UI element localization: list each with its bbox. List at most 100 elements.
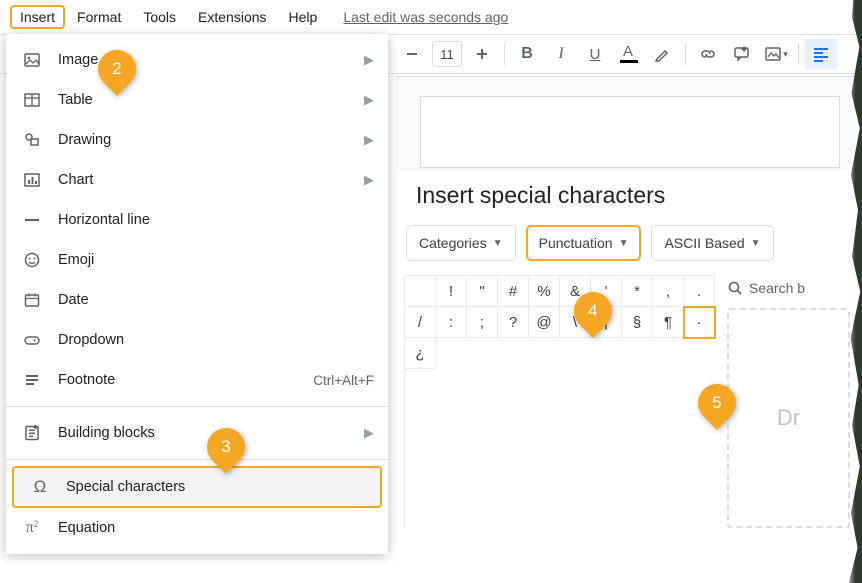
char-cell[interactable] <box>405 276 436 307</box>
filter-label: Categories <box>419 235 487 251</box>
char-cell[interactable]: ¿ <box>405 338 436 369</box>
submenu-arrow-icon: ▶ <box>364 425 374 441</box>
char-cell[interactable]: % <box>529 276 560 307</box>
image-icon <box>20 51 44 69</box>
menu-tools[interactable]: Tools <box>133 5 186 29</box>
menu-divider <box>6 459 388 460</box>
char-cell[interactable]: ; <box>467 307 498 338</box>
filter-ascii[interactable]: ASCII Based ▼ <box>651 225 773 261</box>
submenu-arrow-icon: ▶ <box>364 52 374 68</box>
menu-item-label: Drawing <box>58 132 364 148</box>
highlight-button[interactable] <box>647 39 679 69</box>
hr-icon <box>20 211 44 229</box>
search-placeholder: Search b <box>749 280 805 296</box>
menu-extensions[interactable]: Extensions <box>188 5 276 29</box>
draw-placeholder: Dr <box>777 405 800 431</box>
menu-item-label: Footnote <box>58 372 313 388</box>
char-cell[interactable]: ! <box>436 276 467 307</box>
menu-item-dropdown[interactable]: Dropdown <box>6 320 388 360</box>
chevron-down-icon: ▼ <box>751 238 761 249</box>
filter-categories[interactable]: Categories ▼ <box>406 225 516 261</box>
menu-item-shortcut: Ctrl+Alt+F <box>313 373 374 388</box>
menu-item-horizontal-line[interactable]: Horizontal line <box>6 200 388 240</box>
menu-item-special-characters[interactable]: Ω Special characters <box>12 466 382 508</box>
menubar: Insert Format Tools Extensions Help Last… <box>0 0 862 34</box>
blocks-icon <box>20 424 44 442</box>
menu-item-label: Equation <box>58 520 374 536</box>
insert-image-button[interactable]: ▾ <box>760 39 792 69</box>
italic-button[interactable]: I <box>545 39 577 69</box>
char-cell[interactable]: ¶ <box>653 307 684 338</box>
toolbar-separator <box>685 43 686 65</box>
menu-item-building-blocks[interactable]: Building blocks ▶ <box>6 413 388 453</box>
menu-insert[interactable]: Insert <box>10 5 65 29</box>
menu-item-date[interactable]: Date <box>6 280 388 320</box>
dropdown-icon <box>20 331 44 349</box>
last-edit-text[interactable]: Last edit was seconds ago <box>343 9 508 25</box>
toolbar-separator <box>504 43 505 65</box>
underline-button[interactable]: U <box>579 39 611 69</box>
submenu-arrow-icon: ▶ <box>364 132 374 148</box>
toolbar-separator <box>798 43 799 65</box>
menu-item-chart[interactable]: Chart ▶ <box>6 160 388 200</box>
footnote-icon <box>20 371 44 389</box>
char-cell[interactable]: : <box>436 307 467 338</box>
font-size-input[interactable]: 11 <box>432 41 462 67</box>
char-cell[interactable]: # <box>498 276 529 307</box>
omega-icon: Ω <box>28 477 52 497</box>
drawing-icon <box>20 131 44 149</box>
search-icon <box>727 280 743 296</box>
chart-icon <box>20 171 44 189</box>
menu-help[interactable]: Help <box>279 5 328 29</box>
menu-item-label: Table <box>58 92 364 108</box>
character-grid: !"#%&'*,./:;?@\¡§¶·¿ <box>404 275 715 528</box>
filter-label: ASCII Based <box>664 235 744 251</box>
date-icon <box>20 291 44 309</box>
char-cell[interactable]: . <box>684 276 715 307</box>
char-cell[interactable]: " <box>467 276 498 307</box>
comment-button[interactable] <box>726 39 758 69</box>
text-color-button[interactable]: A <box>613 39 645 69</box>
menu-item-label: Dropdown <box>58 332 374 348</box>
menu-item-footnote[interactable]: Footnote Ctrl+Alt+F <box>6 360 388 400</box>
menu-item-table[interactable]: Table ▶ <box>6 80 388 120</box>
submenu-arrow-icon: ▶ <box>364 92 374 108</box>
chevron-down-icon: ▼ <box>493 238 503 249</box>
table-icon <box>20 91 44 109</box>
menu-item-label: Emoji <box>58 252 374 268</box>
char-cell[interactable]: § <box>622 307 653 338</box>
chevron-down-icon: ▼ <box>619 238 629 249</box>
char-cell[interactable]: ? <box>498 307 529 338</box>
draw-character-box[interactable]: Dr <box>727 308 850 528</box>
char-cell[interactable]: @ <box>529 307 560 338</box>
document-page[interactable] <box>420 96 840 168</box>
filter-punctuation[interactable]: Punctuation ▼ <box>526 225 642 261</box>
char-cell[interactable]: * <box>622 276 653 307</box>
link-button[interactable] <box>692 39 724 69</box>
menu-item-label: Date <box>58 292 374 308</box>
submenu-arrow-icon: ▶ <box>364 172 374 188</box>
menu-item-label: Horizontal line <box>58 212 374 228</box>
filter-label: Punctuation <box>539 235 613 251</box>
font-size-plus[interactable] <box>466 39 498 69</box>
menu-item-label: Chart <box>58 172 364 188</box>
special-characters-panel: Insert special characters Categories ▼ P… <box>396 170 858 580</box>
char-cell[interactable]: / <box>405 307 436 338</box>
menu-item-image[interactable]: Image ▶ <box>6 40 388 80</box>
pi-icon: π2 <box>20 519 44 537</box>
char-cell[interactable]: · <box>684 307 715 338</box>
bold-button[interactable]: B <box>511 39 543 69</box>
menu-format[interactable]: Format <box>67 5 131 29</box>
search-input[interactable]: Search b <box>727 275 850 296</box>
emoji-icon <box>20 251 44 269</box>
font-size-minus[interactable] <box>396 39 428 69</box>
align-button[interactable] <box>805 39 837 69</box>
char-cell[interactable]: , <box>653 276 684 307</box>
menu-item-drawing[interactable]: Drawing ▶ <box>6 120 388 160</box>
menu-divider <box>6 406 388 407</box>
panel-filters: Categories ▼ Punctuation ▼ ASCII Based ▼ <box>396 225 858 275</box>
menu-item-emoji[interactable]: Emoji <box>6 240 388 280</box>
menu-item-equation[interactable]: π2 Equation <box>6 508 388 548</box>
menu-item-label: Special characters <box>66 479 366 495</box>
panel-title: Insert special characters <box>396 170 858 225</box>
